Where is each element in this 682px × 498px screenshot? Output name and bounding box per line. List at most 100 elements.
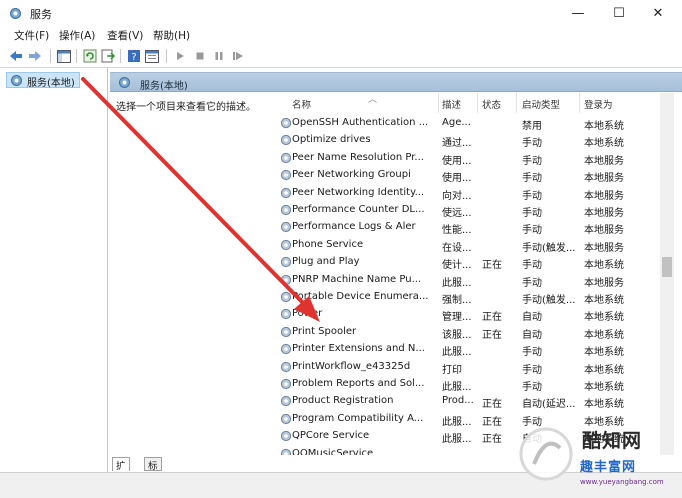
pane-header: 服务(本地) [110, 72, 682, 92]
column-header-logon-as[interactable]: 登录为 [584, 97, 613, 111]
service-logon-as: 本地系统 [584, 312, 624, 324]
service-name: QQMusicService [292, 447, 374, 455]
service-gear-icon [280, 396, 292, 407]
service-row[interactable]: PNRP Machine Name Pu... 此服... 手动 本地服务 [280, 272, 662, 289]
service-status: 正在 [482, 329, 502, 341]
menu-action[interactable]: 操作(A) [59, 28, 95, 43]
service-logon-as: 本地服务 [584, 155, 624, 167]
service-description: 使用... [442, 173, 472, 185]
services-gear-icon [119, 77, 130, 88]
svg-text:?: ? [131, 52, 136, 63]
service-logon-as: 本地系统 [584, 364, 624, 376]
column-divider[interactable] [579, 93, 580, 113]
service-gear-icon [280, 361, 292, 372]
service-name: Portable Device Enumera... [292, 291, 429, 302]
tab-standard[interactable]: 标准 [144, 457, 162, 486]
service-row[interactable]: Phone Service 在设... 手动(触发... 本地服务 [280, 237, 662, 254]
menu-view[interactable]: 查看(V) [107, 28, 143, 43]
restart-icon[interactable] [230, 48, 246, 64]
properties-icon[interactable] [144, 48, 160, 64]
service-name: Product Registration [292, 395, 394, 407]
help-icon[interactable]: ? [126, 48, 142, 64]
column-header-description[interactable]: 描述 [442, 97, 461, 111]
play-icon[interactable] [172, 48, 188, 64]
service-description: 此服... [442, 277, 472, 289]
watermark: 酷知网 趣丰富网 www.yueyangbang.com [512, 416, 682, 498]
service-description: 性能... [442, 225, 472, 237]
toolbar-separator [120, 49, 121, 63]
service-row[interactable]: Product Registration Prod... 正在 自动(延迟... 本地系… [280, 393, 662, 410]
service-startup-type: 手动 [522, 364, 542, 376]
service-name: Plug and Play [292, 256, 360, 268]
column-header-startup-type[interactable]: 启动类型 [522, 97, 560, 111]
service-startup-type: 手动(触发... [522, 242, 576, 254]
service-row[interactable]: Performance Counter DL... 使远... 手动 本地服务 [280, 202, 662, 219]
service-startup-type: 手动 [522, 138, 542, 150]
service-description: Age... [442, 117, 471, 128]
service-startup-type: 自动(延迟... [522, 399, 576, 411]
sort-ascending-icon: ︿ [368, 95, 378, 105]
service-gear-icon [280, 135, 292, 146]
service-name: Printer Extensions and N... [292, 343, 425, 355]
service-row[interactable]: Power 管理... 正在 自动 本地系统 [280, 306, 662, 323]
service-row[interactable]: Optimize drives 通过... 手动 本地系统 [280, 132, 662, 149]
service-row[interactable]: Plug and Play 使计... 正在 手动 本地系统 [280, 254, 662, 271]
service-name: PrintWorkflow_e43325d [292, 360, 411, 372]
column-divider[interactable] [516, 93, 517, 113]
service-description: 使计... [442, 260, 472, 272]
column-header-name[interactable]: ︿ 名称 [292, 95, 377, 111]
service-logon-as: 本地系统 [584, 295, 624, 306]
column-divider[interactable] [438, 93, 439, 113]
service-logon-as: 本地服务 [584, 242, 624, 254]
service-startup-type: 手动 [522, 173, 542, 185]
menu-file[interactable]: 文件(F) [14, 28, 49, 43]
maximize-button[interactable]: ☐ [601, 0, 637, 26]
service-description: 打印 [442, 364, 462, 376]
service-gear-icon [280, 204, 292, 216]
service-startup-type: 自动 [522, 312, 542, 324]
stop-icon[interactable] [192, 48, 208, 64]
service-description: 此服... [442, 416, 472, 428]
service-row[interactable]: Printer Extensions and N... 此服... 手动 本地系统 [280, 341, 662, 358]
menu-bar: 文件(F) 操作(A) 查看(V) 帮助(H) [0, 26, 682, 44]
service-gear-icon [280, 170, 292, 181]
service-row[interactable]: OpenSSH Authentication ... Age... 禁用 本地系统 [280, 115, 662, 132]
service-row[interactable]: Peer Networking Groupi 使用... 手动 本地服务 [280, 167, 662, 184]
service-gear-icon [280, 413, 292, 424]
minimize-button[interactable]: — [560, 0, 596, 26]
pause-icon[interactable] [211, 48, 227, 64]
service-gear-icon [280, 274, 292, 285]
service-name: Power [292, 308, 323, 320]
column-header-status[interactable]: 状态 [482, 97, 501, 111]
tree-item-services-local[interactable]: 服务(本地) [6, 72, 80, 89]
back-arrow-icon[interactable] [8, 48, 24, 64]
column-divider[interactable] [477, 93, 478, 113]
toolbar: ? [0, 44, 682, 68]
scrollbar-thumb[interactable] [662, 257, 672, 277]
service-row[interactable]: Portable Device Enumera... 强制... 手动(触发... 本… [280, 289, 662, 306]
tab-extended[interactable]: 扩展 [112, 457, 130, 486]
service-row[interactable]: Problem Reports and Sol... 此服... 手动 本地系统 [280, 376, 662, 393]
service-gear-icon [280, 257, 292, 268]
service-row[interactable]: Peer Networking Identity... 向对... 手动 本地服务 [280, 185, 662, 202]
menu-help[interactable]: 帮助(H) [153, 28, 190, 43]
service-row[interactable]: Performance Logs & Aler 性能... 手动 本地服务 [280, 219, 662, 236]
service-gear-icon [280, 291, 292, 303]
forward-arrow-icon[interactable] [27, 48, 43, 64]
export-list-icon[interactable] [100, 48, 116, 64]
service-description: 该服... [442, 329, 472, 341]
close-button[interactable]: ✕ [640, 0, 676, 26]
vertical-scrollbar[interactable] [660, 93, 674, 455]
refresh-icon[interactable] [82, 48, 98, 64]
service-row[interactable]: Peer Name Resolution Pr... 使用... 手动 本地服务 [280, 150, 662, 167]
service-description: 管理... [442, 312, 472, 324]
service-name: Performance Logs & Aler [292, 221, 416, 233]
title-bar: 服务 — ☐ ✕ [0, 0, 682, 26]
show-hide-console-tree-icon[interactable] [56, 48, 72, 64]
service-gear-icon [280, 309, 292, 320]
service-startup-type: 手动 [522, 208, 542, 219]
service-row[interactable]: Print Spooler 该服... 正在 自动 本地系统 [280, 324, 662, 341]
services-list: ︿ 名称 描述 状态 启动类型 登录为 OpenSSH Authenticati… [280, 93, 682, 455]
service-row[interactable]: PrintWorkflow_e43325d 打印 手动 本地系统 [280, 359, 662, 376]
toolbar-separator [76, 49, 77, 63]
